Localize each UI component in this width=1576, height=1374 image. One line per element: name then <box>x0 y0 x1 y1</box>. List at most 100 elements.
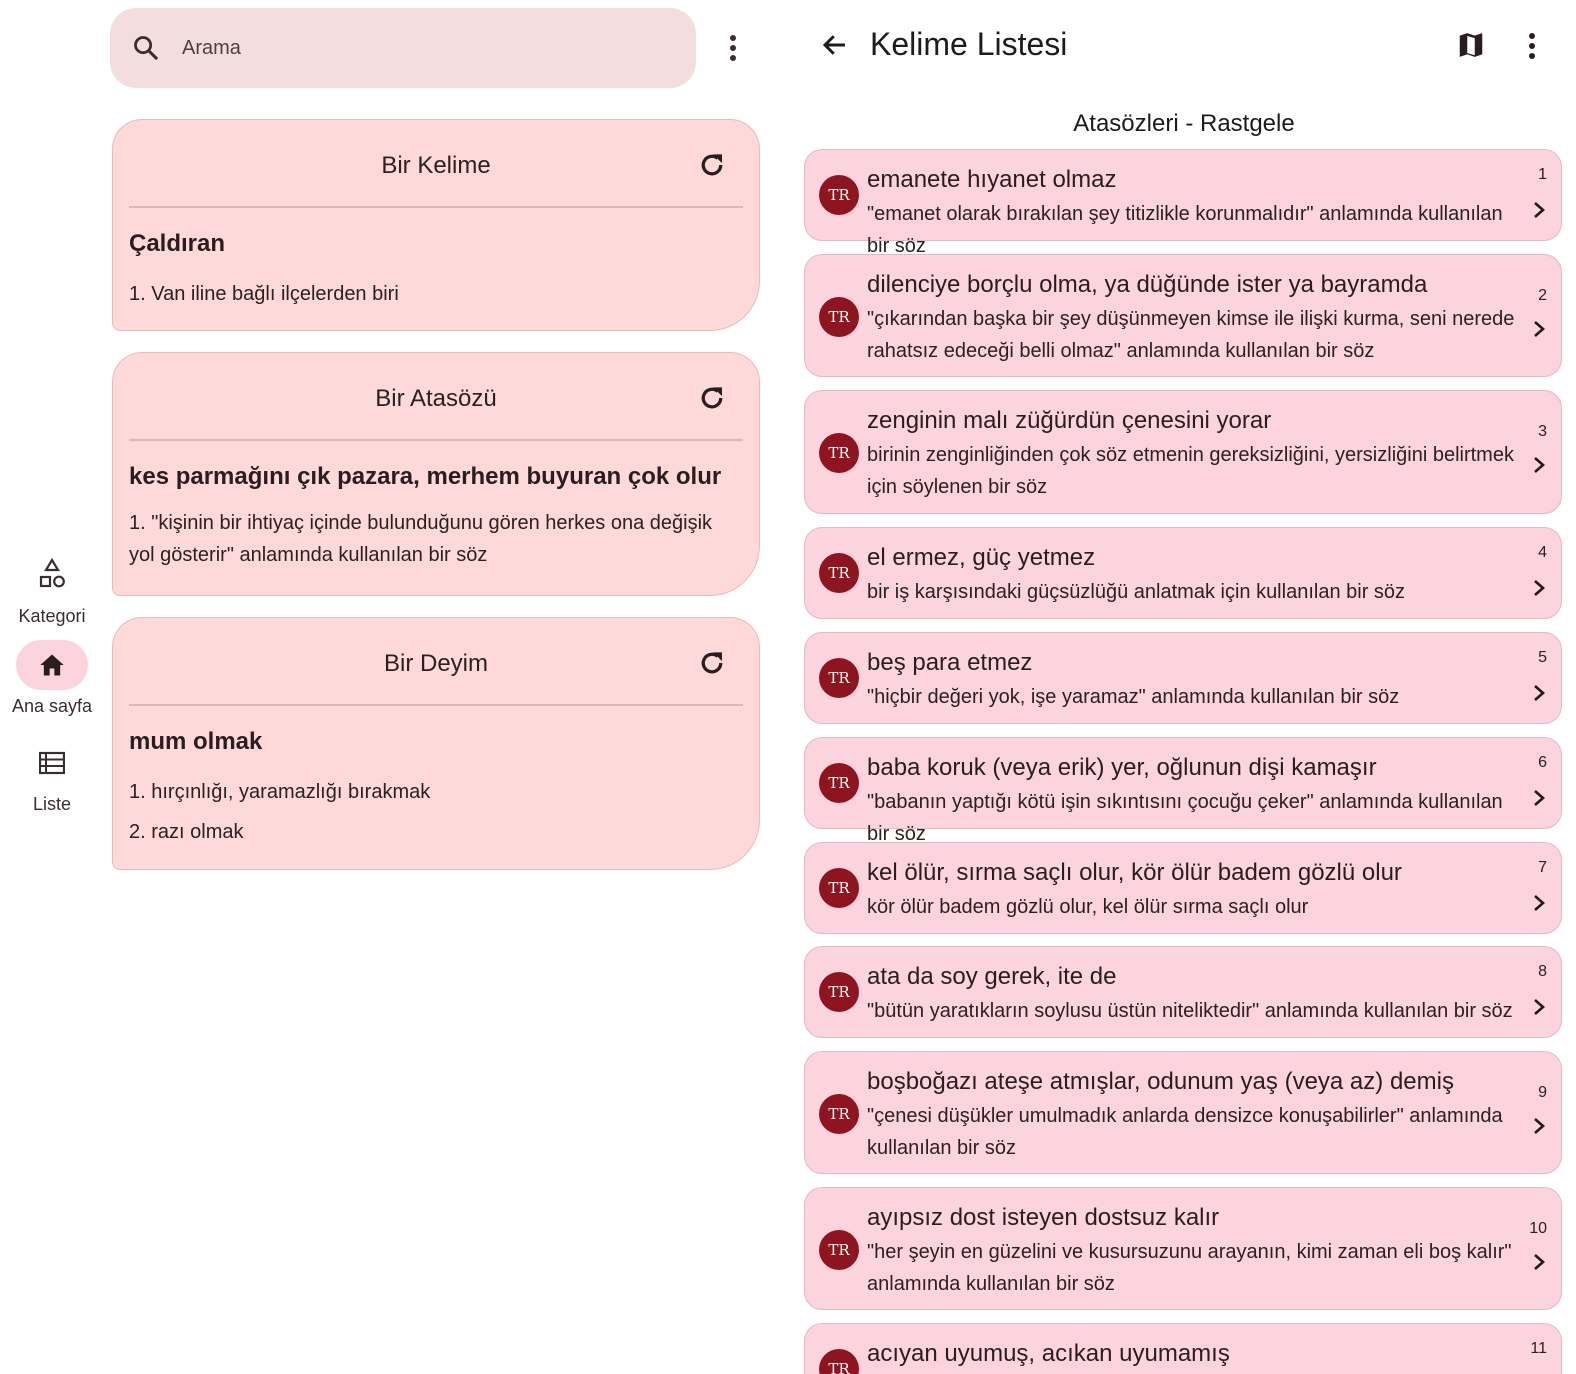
list-item[interactable]: TR baba koruk (veya erik) yer, oğlunun d… <box>804 737 1562 845</box>
list-item[interactable]: TR kel ölür, sırma saçlı olur, kör ölür … <box>804 842 1562 934</box>
item-description: "çenesi düşükler umulmadık anlarda densi… <box>867 1105 1503 1159</box>
idiom-card: Bir Deyim mum olmak 1. hırçınlığı, yaram… <box>112 617 760 870</box>
map-icon[interactable] <box>1456 30 1486 60</box>
nav-label-ana-sayfa: Ana sayfa <box>11 696 93 716</box>
item-number: 1 <box>1538 166 1547 183</box>
card-word: Çaldıran <box>129 230 226 257</box>
list-subtitle: Atasözleri - Rastgele <box>1073 110 1295 137</box>
item-description: "bütün yaratıkların soylusu üstün niteli… <box>867 1000 1513 1022</box>
chevron-right-icon <box>1534 1118 1545 1134</box>
chevron-right-icon <box>1534 202 1545 218</box>
item-description: "babanın yaptığı kötü işin sıkıntısını ç… <box>867 791 1503 845</box>
card-title: Bir Deyim <box>383 650 488 677</box>
item-description: "emanet olarak bırakılan şey titizlikle … <box>867 203 1503 257</box>
more-options-icon[interactable] <box>718 30 748 66</box>
search-bar[interactable] <box>110 8 696 88</box>
card-word: mum olmak <box>129 728 263 755</box>
list-item[interactable]: TR ata da soy gerek, ite de "bütün yaratı… <box>804 946 1562 1038</box>
item-title: kel ölür, sırma saçlı olur, kör ölür bad… <box>867 859 1402 886</box>
item-number: 5 <box>1538 649 1547 666</box>
item-number: 9 <box>1538 1084 1547 1101</box>
item-number: 10 <box>1529 1220 1547 1237</box>
language-badge: TR <box>819 175 859 215</box>
language-badge: TR <box>819 553 859 593</box>
item-title: zenginin malı züğürdün çenesini yorar <box>867 407 1272 434</box>
chevron-right-icon <box>1534 1254 1545 1270</box>
item-description: birinin zenginliğinden çok söz etmenin g… <box>867 444 1514 498</box>
item-number: 4 <box>1538 544 1547 561</box>
language-badge: TR <box>819 1094 859 1134</box>
item-number: 11 <box>1530 1340 1547 1357</box>
list-item[interactable]: TR dilenciye borçlu olma, ya düğünde ist… <box>804 254 1562 377</box>
nav-label-kategori: Kategori <box>18 606 86 626</box>
more-options-icon[interactable] <box>1518 30 1546 62</box>
nav-item-ana-sayfa[interactable]: Ana sayfa <box>0 640 104 717</box>
item-number: 6 <box>1538 754 1547 771</box>
item-title: ayıpsız dost isteyen dostsuz kalır <box>867 1204 1220 1231</box>
language-badge: TR <box>819 763 859 803</box>
item-description: "çıkarından başka bir şey düşünmeyen kim… <box>867 308 1515 362</box>
nav-label-liste: Liste <box>32 794 72 814</box>
home-icon <box>16 640 88 690</box>
list-item[interactable]: TR boşboğazı ateşe atmışlar, odunum yaş … <box>804 1051 1562 1174</box>
item-number: 8 <box>1538 963 1547 980</box>
card-header: Bir Kelime <box>129 120 743 208</box>
language-badge: TR <box>819 972 859 1012</box>
item-number: 2 <box>1538 287 1547 304</box>
nav-item-liste[interactable]: Liste <box>0 738 104 815</box>
chevron-right-icon <box>1534 685 1545 701</box>
chevron-right-icon <box>1534 580 1545 596</box>
list-item[interactable]: TR acıyan uyumuş, acıkan uyumamış 11 <box>804 1323 1562 1374</box>
item-title: emanete hıyanet olmaz <box>867 166 1117 193</box>
chevron-right-icon <box>1534 895 1545 911</box>
card-title: Bir Kelime <box>381 152 491 179</box>
back-arrow-icon[interactable] <box>820 30 850 60</box>
card-header: Bir Deyim <box>129 618 743 706</box>
list-item[interactable]: TR beş para etmez "hiçbir değeri yok, işe… <box>804 632 1562 724</box>
chevron-right-icon <box>1534 457 1545 473</box>
list-item[interactable]: TR zenginin malı züğürdün çenesini yorar… <box>804 390 1562 514</box>
card-definition: 1. hırçınlığı, yaramazlığı bırakmak <box>129 781 431 803</box>
item-title: baba koruk (veya erik) yer, oğlunun dişi… <box>867 754 1377 781</box>
language-badge: TR <box>819 297 859 337</box>
item-title: dilenciye borçlu olma, ya düğünde ister … <box>867 271 1428 298</box>
refresh-icon[interactable] <box>697 150 727 180</box>
language-badge: TR <box>819 433 859 473</box>
chevron-right-icon <box>1534 790 1545 806</box>
item-title: boşboğazı ateşe atmışlar, odunum yaş (ve… <box>867 1068 1454 1095</box>
item-number: 3 <box>1538 423 1547 440</box>
nav-item-kategori[interactable]: Kategori <box>0 550 104 627</box>
language-badge: TR <box>819 1349 859 1374</box>
list-icon <box>16 738 88 788</box>
card-title: Bir Atasözü <box>375 385 497 412</box>
language-badge: TR <box>819 658 859 698</box>
search-input[interactable] <box>182 36 662 60</box>
chevron-right-icon <box>1534 999 1545 1015</box>
item-description: "her şeyin en güzelini ve kusursuzunu ar… <box>867 1241 1512 1295</box>
item-title: beş para etmez <box>867 649 1033 676</box>
card-header: Bir Atasözü <box>129 353 743 441</box>
page-title: Kelime Listesi <box>870 26 1068 62</box>
chevron-right-icon <box>1534 321 1545 337</box>
word-card: Bir Kelime Çaldıran 1. Van iline bağlı i… <box>112 119 760 331</box>
item-description: "hiçbir değeri yok, işe yaramaz" anlamın… <box>867 686 1400 708</box>
list-item[interactable]: TR ayıpsız dost isteyen dostsuz kalır "he… <box>804 1187 1562 1310</box>
search-icon <box>134 36 159 61</box>
category-icon <box>16 550 88 600</box>
proverb-card: Bir Atasözü kes parmağını çık pazara, me… <box>112 352 760 596</box>
item-title: acıyan uyumuş, acıkan uyumamış <box>867 1340 1230 1367</box>
refresh-icon[interactable] <box>697 383 727 413</box>
language-badge: TR <box>819 868 859 908</box>
list-item[interactable]: TR el ermez, güç yetmez bir iş karşısında… <box>804 527 1562 619</box>
card-word: kes parmağını çık pazara, merhem buyuran… <box>129 463 722 490</box>
item-number: 7 <box>1538 859 1547 876</box>
item-description: kör ölür badem gözlü olur, kel ölür sırm… <box>867 896 1309 918</box>
item-title: ata da soy gerek, ite de <box>867 963 1117 990</box>
card-definition: 1. Van iline bağlı ilçelerden biri <box>129 283 399 305</box>
item-description: bir iş karşısındaki güçsüzlüğü anlatmak … <box>867 581 1406 603</box>
list-item[interactable]: TR emanete hıyanet olmaz "emanet olarak b… <box>804 149 1562 257</box>
card-definition: 2. razı olmak <box>129 821 244 843</box>
card-definition: 1. "kişinin bir ihtiyaç içinde bulunduğu… <box>129 512 713 566</box>
refresh-icon[interactable] <box>697 648 727 678</box>
language-badge: TR <box>819 1230 859 1270</box>
